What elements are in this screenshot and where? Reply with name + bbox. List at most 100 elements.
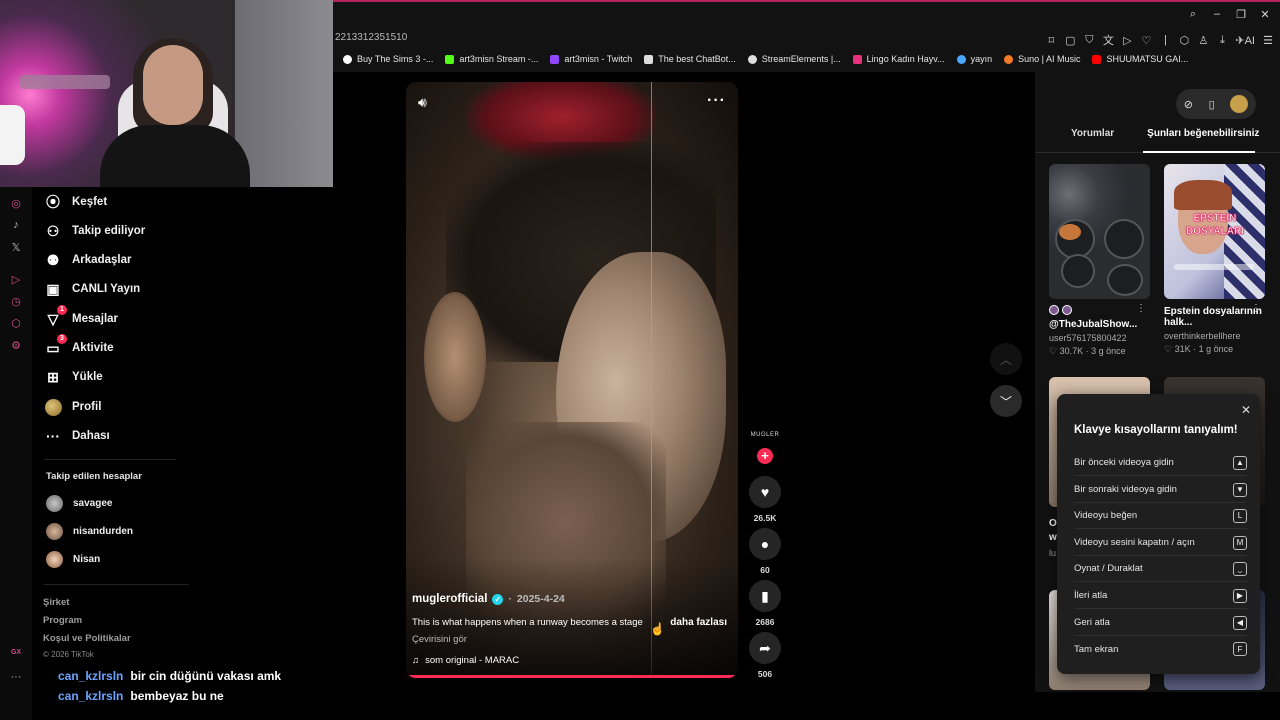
compass-icon[interactable]: ⊘ — [1184, 98, 1193, 111]
window-controls: ⌕ – ❐ ✕ — [1186, 8, 1272, 21]
nav-activity[interactable]: ▭ 3 Aktivite — [44, 334, 114, 357]
video-author-name[interactable]: muglerofficial — [412, 593, 487, 605]
save-action[interactable]: ▮ 2686 — [749, 580, 781, 627]
nav-profile[interactable]: Profil — [44, 398, 101, 416]
volume-icon[interactable]: 🔊︎ — [418, 94, 427, 111]
translate-icon[interactable]: 文 — [1102, 32, 1114, 48]
share-icon[interactable]: ➦ — [749, 632, 781, 664]
restore-icon[interactable]: ❐ — [1234, 8, 1248, 21]
recommended-video-card[interactable]: EPSTEIN DOSYALARI ⋮ Epstein dosyalarının… — [1164, 164, 1265, 355]
history-icon[interactable]: ◷ — [9, 295, 23, 309]
close-icon[interactable]: ✕ — [1241, 403, 1251, 417]
nav-friends[interactable]: ⚉ Arkadaşlar — [44, 251, 132, 269]
avatar — [46, 495, 63, 512]
bookmark-item[interactable]: The best ChatBot... — [644, 54, 736, 64]
video-thumbnail[interactable] — [1049, 164, 1150, 299]
see-more-link[interactable]: daha fazlası — [670, 617, 727, 628]
upload-icon: ⊞ — [47, 368, 59, 385]
following-account[interactable]: nisandurden — [46, 523, 133, 540]
follow-plus-button[interactable]: + — [757, 448, 773, 464]
menu-icon[interactable]: ☰ — [1262, 34, 1274, 47]
bookmark-item[interactable]: art3misn - Twitch — [550, 54, 632, 64]
shortcut-label: Videoyu sesini kapatın / açın — [1074, 537, 1195, 548]
x-icon[interactable]: 𝕏 — [9, 241, 23, 255]
search-icon[interactable]: ⌕ — [1186, 8, 1200, 21]
nav-more[interactable]: ··· Dahası — [44, 427, 110, 445]
translate-link[interactable]: Çevirisini gör — [412, 634, 467, 645]
sidebar-divider — [44, 459, 176, 460]
next-video-button[interactable]: ﹀ — [990, 385, 1022, 417]
ai-icon[interactable]: ✈AI — [1235, 34, 1255, 47]
nav-live[interactable]: ▣ CANLI Yayın — [44, 280, 140, 298]
footer-terms-link[interactable]: Koşul ve Politikalar — [43, 633, 131, 644]
nav-messages[interactable]: ▽ 1 Mesajlar — [44, 305, 118, 328]
panel-tabs: Yorumlar Şunları beğenebilirsiniz — [1035, 128, 1280, 139]
tiktok-icon[interactable]: ♪ — [9, 219, 23, 233]
nav-upload[interactable]: ⊞ Yükle — [44, 368, 103, 386]
bookmark-item[interactable]: SHUUMATSU GAI... — [1092, 54, 1188, 64]
account-icon[interactable]: ♙ — [1197, 34, 1209, 47]
close-icon[interactable]: ✕ — [1258, 8, 1272, 21]
video-more-icon[interactable]: ··· — [707, 92, 726, 110]
avatar — [1049, 305, 1059, 315]
video-thumbnail[interactable]: EPSTEIN DOSYALARI — [1164, 164, 1265, 299]
comment-icon[interactable]: ● — [749, 528, 781, 560]
share-action[interactable]: ➦ 506 — [749, 632, 781, 679]
shield-icon[interactable]: ⛉ — [1083, 34, 1095, 47]
webcam-background-shelf — [20, 75, 110, 89]
bookmark-item[interactable]: Lingo Kadın Hayv... — [852, 54, 945, 64]
bookmark-favicon — [956, 54, 966, 64]
cube-icon[interactable]: ⬡ — [9, 317, 23, 331]
thumbnail-pan — [1107, 264, 1143, 296]
heart-icon[interactable]: ♡ — [1140, 34, 1152, 47]
video-music[interactable]: ♫ som original - MARAC — [412, 655, 519, 666]
pin-icon[interactable]: ⌑ — [1045, 34, 1057, 47]
footer-company-link[interactable]: Şirket — [43, 597, 69, 608]
nav-following[interactable]: ⚇ Takip ediliyor — [44, 222, 146, 240]
following-account[interactable]: Nisan — [46, 551, 100, 568]
key-l-icon: L — [1233, 508, 1247, 523]
screenshot-icon[interactable]: ▢ — [1064, 34, 1076, 47]
tab-comments[interactable]: Yorumlar — [1035, 128, 1114, 139]
heart-outline-icon: ♡ — [1049, 346, 1058, 356]
heart-icon[interactable]: ♥ — [749, 476, 781, 508]
video-player[interactable]: 🔊︎ ··· muglerofficial ✓ · 2025-4-24 This… — [406, 82, 738, 678]
download-icon[interactable]: ⤓ — [1216, 34, 1228, 47]
play-icon[interactable]: ▷ — [1121, 34, 1133, 47]
more-icon[interactable]: ··· — [9, 671, 23, 685]
bookmark-icon[interactable]: ▮ — [749, 580, 781, 612]
video-author[interactable]: muglerofficial ✓ · 2025-4-24 — [412, 593, 565, 605]
card-username[interactable]: overthinkerbellhere — [1164, 331, 1265, 341]
player-icon[interactable]: ▷ — [9, 273, 23, 287]
minimize-icon[interactable]: – — [1210, 8, 1224, 21]
settings-icon[interactable]: ⚙ — [9, 339, 23, 353]
card-stats: ♡ 31K · 1 g önce — [1164, 344, 1265, 355]
card-more-icon[interactable]: ⋮ — [1251, 303, 1261, 314]
like-action[interactable]: ♥ 26.5K — [749, 476, 781, 523]
following-account-name: savagee — [73, 498, 113, 509]
bookmark-item[interactable]: Suno | AI Music — [1004, 54, 1080, 64]
nav-explore[interactable]: ⦿ Keşfet — [44, 193, 107, 211]
avatar[interactable] — [1230, 95, 1249, 113]
bookmark-item[interactable]: art3misn Stream -... — [445, 54, 538, 64]
bookmark-item[interactable]: StreamElements |... — [747, 54, 841, 64]
video-progress-bar[interactable] — [406, 675, 735, 678]
following-account[interactable]: savagee — [46, 495, 112, 512]
extensions-icon[interactable]: ⬡ — [1178, 34, 1190, 47]
share-count: 506 — [757, 669, 773, 679]
previous-video-button[interactable]: ︿ — [990, 343, 1022, 375]
gx-icon[interactable]: GX — [9, 649, 23, 663]
recommended-video-card[interactable]: ⋮ @TheJubalShow... user576175800422 ♡ 30… — [1049, 164, 1150, 357]
card-username[interactable]: user576175800422 — [1049, 333, 1150, 343]
creator-avatar-brand[interactable]: MUGLER — [748, 432, 782, 438]
footer-program-link[interactable]: Program — [43, 615, 82, 626]
comment-action[interactable]: ● 60 — [749, 528, 781, 575]
bookmark-item[interactable]: yayın — [956, 54, 992, 64]
tab-you-may-like[interactable]: Şunları beğenebilirsiniz — [1114, 128, 1259, 139]
instagram-icon[interactable]: ◎ — [9, 197, 23, 211]
shortcut-row: İleri atla ▶ — [1074, 583, 1247, 609]
card-more-icon[interactable]: ⋮ — [1136, 303, 1146, 314]
bookmark-item[interactable]: Buy The Sims 3 -... — [343, 54, 433, 64]
mobile-icon[interactable]: ▯ — [1209, 98, 1215, 111]
url-text[interactable]: 2213312351510 — [335, 32, 407, 43]
